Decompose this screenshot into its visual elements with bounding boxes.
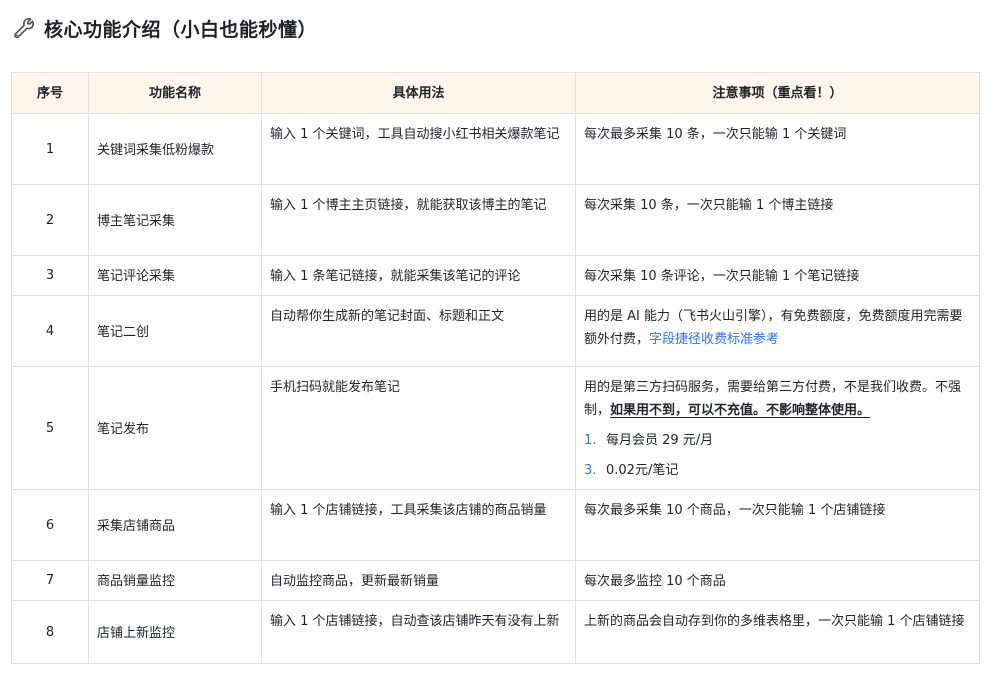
feature-usage: 输入 1 条笔记链接，就能采集该笔记的评论 xyxy=(261,255,576,296)
row-number: 7 xyxy=(11,560,89,601)
table-row: 4 笔记二创 自动帮你生成新的笔记封面、标题和正文 用的是 AI 能力（飞书火山… xyxy=(11,295,980,367)
column-header-usage: 具体用法 xyxy=(261,72,576,114)
feature-note: 每次最多监控 10 个商品 xyxy=(575,560,980,601)
page-header: 核心功能介绍（小白也能秒懂） xyxy=(12,14,317,42)
feature-name: 博主笔记采集 xyxy=(88,184,262,256)
feature-name: 笔记发布 xyxy=(88,366,262,490)
page-title: 核心功能介绍（小白也能秒懂） xyxy=(44,18,318,41)
feature-table: 序号 功能名称 具体用法 注意事项（重点看！） 1 关键词采集低粉爆款 输入 1… xyxy=(11,72,980,664)
feature-usage: 自动帮你生成新的笔记封面、标题和正文 xyxy=(261,295,576,367)
row-number: 6 xyxy=(11,489,89,561)
list-item: 3. 0.02元/笔记 xyxy=(584,459,971,482)
table-row: 7 商品销量监控 自动监控商品，更新最新销量 每次最多监控 10 个商品 xyxy=(11,560,980,601)
list-item-text: 每月会员 29 元/月 xyxy=(606,433,714,448)
feature-note: 用的是第三方扫码服务，需要给第三方付费，不是我们收费。不强制，如果用不到，可以不… xyxy=(575,366,980,490)
feature-name: 关键词采集低粉爆款 xyxy=(88,113,262,185)
feature-note: 用的是 AI 能力（飞书火山引擎），有免费额度，免费额度用完需要额外付费，字段捷… xyxy=(575,295,980,367)
column-header-no: 序号 xyxy=(11,72,89,114)
table-header-row: 序号 功能名称 具体用法 注意事项（重点看！） xyxy=(11,72,980,114)
list-item: 1. 每月会员 29 元/月 xyxy=(584,429,971,452)
row-number: 5 xyxy=(11,366,89,490)
row-number: 3 xyxy=(11,255,89,296)
table-row: 2 博主笔记采集 输入 1 个博主主页链接，就能获取该博主的笔记 每次采集 10… xyxy=(11,184,980,256)
feature-name: 笔记评论采集 xyxy=(88,255,262,296)
feature-note: 每次最多采集 10 条，一次只能输 1 个关键词 xyxy=(575,113,980,185)
table-row: 1 关键词采集低粉爆款 输入 1 个关键词，工具自动搜小红书相关爆款笔记 每次最… xyxy=(11,113,980,185)
row-number: 4 xyxy=(11,295,89,367)
feature-usage: 自动监控商品，更新最新销量 xyxy=(261,560,576,601)
table-row: 3 笔记评论采集 输入 1 条笔记链接，就能采集该笔记的评论 每次采集 10 条… xyxy=(11,255,980,296)
row-number: 2 xyxy=(11,184,89,256)
list-item-number: 1. xyxy=(584,433,597,448)
feature-note: 每次采集 10 条评论，一次只能输 1 个笔记链接 xyxy=(575,255,980,296)
row-number: 8 xyxy=(11,600,89,664)
column-header-note: 注意事项（重点看！） xyxy=(575,72,980,114)
feature-note: 上新的商品会自动存到你的多维表格里，一次只能输 1 个店铺链接 xyxy=(575,600,980,664)
feature-usage: 输入 1 个店铺链接，自动查该店铺昨天有没有上新 xyxy=(261,600,576,664)
list-item-number: 3. xyxy=(584,463,597,478)
list-item-text: 0.02元/笔记 xyxy=(606,463,679,478)
row-number: 1 xyxy=(11,113,89,185)
feature-name: 店铺上新监控 xyxy=(88,600,262,664)
feature-usage: 手机扫码就能发布笔记 xyxy=(261,366,576,490)
feature-name: 采集店铺商品 xyxy=(88,489,262,561)
feature-usage: 输入 1 个关键词，工具自动搜小红书相关爆款笔记 xyxy=(261,113,576,185)
note-emphasis: 如果用不到，可以不充值。不影响整体使用。 xyxy=(610,403,871,418)
table-row: 6 采集店铺商品 输入 1 个店铺链接，工具采集该店铺的商品销量 每次最多采集 … xyxy=(11,489,980,561)
feature-note: 每次最多采集 10 个商品，一次只能输 1 个店铺链接 xyxy=(575,489,980,561)
table-row: 5 笔记发布 手机扫码就能发布笔记 用的是第三方扫码服务，需要给第三方付费，不是… xyxy=(11,366,980,490)
table-row: 8 店铺上新监控 输入 1 个店铺链接，自动查该店铺昨天有没有上新 上新的商品会… xyxy=(11,600,980,664)
feature-note: 每次采集 10 条，一次只能输 1 个博主链接 xyxy=(575,184,980,256)
feature-usage: 输入 1 个博主主页链接，就能获取该博主的笔记 xyxy=(261,184,576,256)
feature-usage: 输入 1 个店铺链接，工具采集该店铺的商品销量 xyxy=(261,489,576,561)
pricing-reference-link[interactable]: 字段捷径收费标准参考 xyxy=(649,332,779,347)
wrench-icon xyxy=(12,16,36,40)
feature-name: 商品销量监控 xyxy=(88,560,262,601)
column-header-name: 功能名称 xyxy=(88,72,262,114)
feature-name: 笔记二创 xyxy=(88,295,262,367)
